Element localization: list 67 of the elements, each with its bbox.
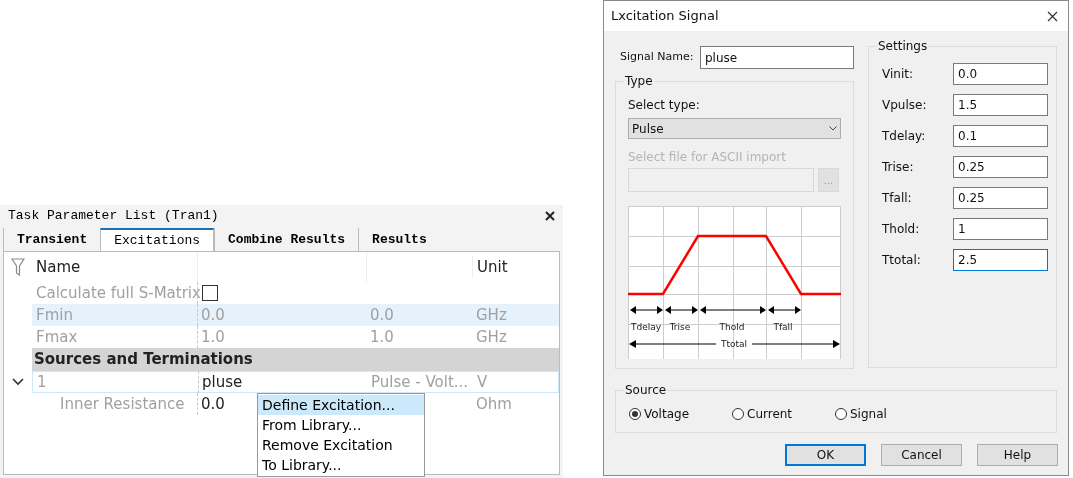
table-cell: 0.0 [197,303,366,327]
group-title: Settings [877,38,929,54]
close-icon[interactable] [545,211,555,221]
input-field[interactable]: 2.5 [953,249,1048,271]
input-field[interactable]: 0.25 [953,156,1048,178]
radio-button[interactable] [629,408,641,420]
input-field[interactable]: 0.25 [953,187,1048,209]
radio-button[interactable] [732,408,744,420]
window-title: Lxcitation Signal [611,7,719,26]
tab[interactable]: Excitations [100,228,215,251]
menu-item[interactable]: Remove Excitation [258,435,424,455]
input-field[interactable]: 1.5 [953,94,1048,116]
field-label: Tfall: [882,190,913,207]
chevron-icon [829,126,837,131]
diagram-label: Thold [719,322,745,332]
field-label: Select file for ASCII import [628,149,787,166]
table-cell-text: GHz [475,304,507,326]
table-cell-text: 1 [36,371,48,393]
field-label: Signal Name: [620,49,695,66]
menu-item[interactable]: Define Excitation... [258,395,424,415]
table-cell-text: Inner Resistance [60,393,186,415]
field-label: Trise: [882,159,915,176]
checkbox[interactable] [202,285,218,301]
field-label: Vinit: [882,66,914,83]
field-label: Ttotal: [882,252,922,269]
radio-option[interactable]: Signal [835,405,938,423]
table-cell-text: Fmax [35,326,79,348]
dialog-button[interactable]: OK [785,444,866,466]
dialog-button[interactable]: Help [977,444,1058,466]
table-cell-text: 0.0 [369,304,395,326]
field-label: Tdelay: [882,128,927,145]
close-icon[interactable] [1047,10,1058,22]
menu-item[interactable]: To Library... [258,455,424,475]
diagram-label: Trise [669,322,691,332]
table-cell-text: 1.0 [369,326,395,348]
diagram-label: Tfall [773,322,793,332]
table-cell-text: Ohm [475,393,512,415]
dimension-arrow [665,306,698,314]
table-cell-text: Pulse - Volt... [370,371,470,393]
table-cell-text: GHz [475,326,507,348]
column-header[interactable]: Name [32,255,197,279]
radio-option[interactable]: Voltage [629,405,732,423]
table-cell-text: Fmin [35,304,74,326]
diagram-label: Tdelay [630,322,662,332]
chevron-icon[interactable] [12,378,24,386]
column-header[interactable]: Unit [472,255,508,279]
menu-item[interactable]: From Library... [258,415,424,435]
input-field[interactable]: 1 [953,218,1048,240]
table-cell-text: V [476,371,488,393]
dimension-arrow [700,306,766,314]
diagram-label: Ttotal [720,339,748,349]
type-dropdown[interactable]: Pulse [628,118,841,139]
panel-title: Task Parameter List (Tran1) [8,207,219,226]
section-header: Sources and Terminations [32,348,559,371]
dialog-button[interactable]: Cancel [881,444,962,466]
dimension-arrow [768,306,801,314]
input-field[interactable]: 0.0 [953,63,1048,85]
dimension-arrow [630,306,663,314]
radio-option[interactable]: Current [732,405,835,423]
input-field[interactable]: 0.1 [953,125,1048,147]
field-label: Thold: [882,221,921,238]
field-label: Select type: [628,97,701,114]
radio-button[interactable] [835,408,847,420]
input-field[interactable]: pluse [700,46,854,69]
filter-icon[interactable] [11,258,25,276]
field-label: Vpulse: [882,97,928,114]
group-title: Type [624,73,654,89]
